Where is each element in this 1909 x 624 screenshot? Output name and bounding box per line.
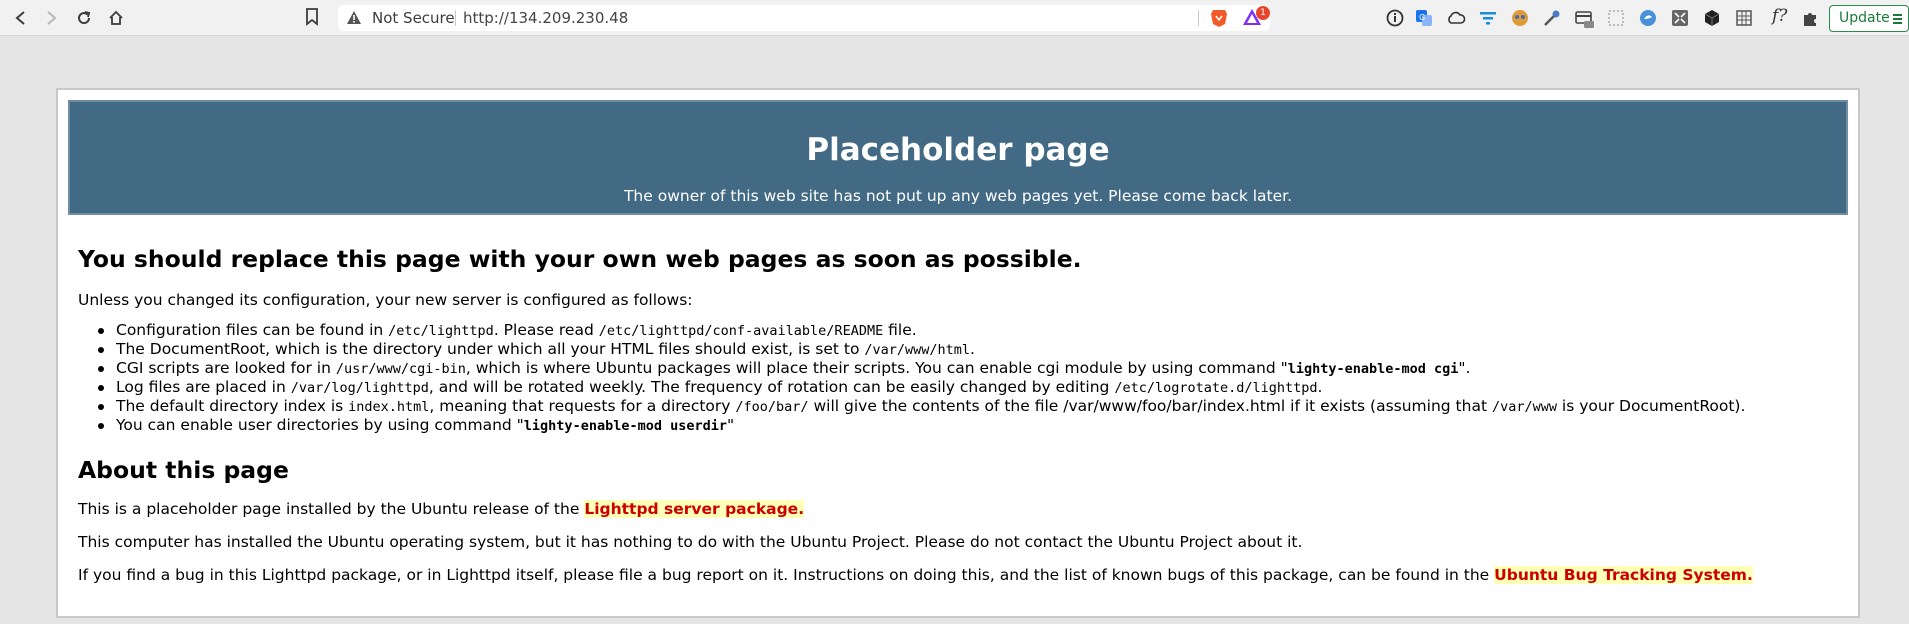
expand-extension-icon[interactable]	[1670, 8, 1690, 28]
rewards-count-badge: 1	[1256, 6, 1270, 20]
config-list: Configuration files can be found in /etc…	[97, 321, 1746, 435]
eyedropper-extension-icon[interactable]	[1542, 8, 1562, 28]
svg-text:G: G	[1419, 13, 1425, 22]
list-item: CGI scripts are looked for in /usr/www/c…	[97, 359, 1745, 378]
about-paragraph-1: This is a placeholder page installed by …	[78, 500, 805, 518]
back-button[interactable]	[9, 7, 31, 29]
page-title: Placeholder page	[806, 132, 1110, 168]
brave-shields-icon[interactable]	[1210, 8, 1228, 32]
browser-toolbar: Not Secure http://134.209.230.48 1 G f? …	[0, 0, 1909, 36]
info-extension-icon[interactable]	[1385, 8, 1405, 28]
warning-icon	[346, 10, 362, 29]
url-text[interactable]: http://134.209.230.48	[463, 9, 628, 27]
list-item: The DocumentRoot, which is the directory…	[97, 340, 1745, 359]
forward-button[interactable]	[41, 7, 63, 29]
card-off-extension-icon[interactable]	[1574, 8, 1594, 28]
lighttpd-package-link[interactable]: Lighttpd server package.	[584, 500, 805, 518]
banner-subtitle: The owner of this web site has not put u…	[623, 187, 1293, 205]
avatar-extension-icon[interactable]	[1510, 8, 1530, 28]
puzzle-extensions-icon[interactable]	[1800, 8, 1820, 28]
grid-extension-icon[interactable]	[1734, 8, 1754, 28]
url-separator	[455, 10, 456, 26]
formula-extension-icon[interactable]: f?	[1772, 6, 1787, 26]
update-label: Update	[1839, 10, 1890, 26]
reload-button[interactable]	[73, 7, 95, 29]
list-item: Configuration files can be found in /etc…	[97, 321, 1745, 340]
bug-tracking-link[interactable]: Ubuntu Bug Tracking System.	[1494, 566, 1753, 584]
placeholder-banner: Placeholder page The owner of this web s…	[68, 100, 1848, 215]
filter-extension-icon[interactable]	[1478, 8, 1498, 28]
update-button[interactable]: Update	[1829, 5, 1909, 32]
page-container: Placeholder page The owner of this web s…	[56, 88, 1860, 618]
url-end-separator	[1198, 10, 1199, 26]
translate-extension-icon[interactable]: G	[1414, 8, 1434, 28]
cloud-extension-icon[interactable]	[1446, 8, 1466, 28]
about-paragraph-3: If you find a bug in this Lighttpd packa…	[78, 566, 1753, 584]
home-button[interactable]	[105, 7, 127, 29]
bookmark-icon[interactable]	[305, 8, 323, 28]
list-item: You can enable user directories by using…	[97, 416, 1745, 435]
main-heading: You should replace this page with your o…	[78, 245, 1082, 273]
about-paragraph-2: This computer has installed the Ubuntu o…	[78, 533, 1303, 551]
about-heading: About this page	[78, 456, 289, 484]
menu-lines-icon	[1893, 14, 1902, 26]
list-item: Log files are placed in /var/log/lighttp…	[97, 378, 1745, 397]
dotted-box-extension-icon[interactable]	[1606, 8, 1626, 28]
bird-extension-icon[interactable]	[1638, 8, 1658, 28]
address-bar[interactable]: Not Secure http://134.209.230.48 1	[338, 5, 1270, 31]
cube-extension-icon[interactable]	[1702, 8, 1722, 28]
not-secure-label: Not Secure	[372, 9, 455, 27]
intro-text: Unless you changed its configuration, yo…	[78, 291, 693, 309]
list-item: The default directory index is index.htm…	[97, 397, 1746, 415]
